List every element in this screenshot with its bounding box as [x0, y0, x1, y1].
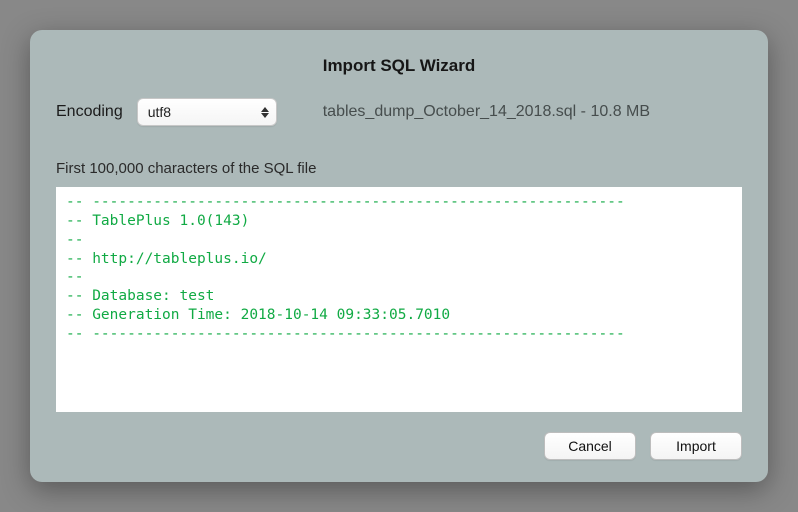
sql-preview[interactable]: -- -------------------------------------… [56, 187, 742, 412]
import-sql-wizard-dialog: Import SQL Wizard Encoding utf8 tables_d… [30, 30, 768, 482]
encoding-label: Encoding [56, 103, 123, 121]
dialog-buttons: Cancel Import [56, 432, 742, 460]
sql-preview-text: -- -------------------------------------… [66, 193, 732, 344]
import-button-label: Import [676, 438, 716, 454]
cancel-button-label: Cancel [568, 438, 612, 454]
encoding-select[interactable]: utf8 [137, 98, 277, 126]
import-button[interactable]: Import [650, 432, 742, 460]
file-info: tables_dump_October_14_2018.sql - 10.8 M… [323, 103, 650, 121]
encoding-row: Encoding utf8 tables_dump_October_14_201… [56, 98, 742, 126]
cancel-button[interactable]: Cancel [544, 432, 636, 460]
dialog-title: Import SQL Wizard [56, 56, 742, 76]
encoding-select-value: utf8 [137, 98, 277, 126]
preview-label: First 100,000 characters of the SQL file [56, 160, 742, 177]
